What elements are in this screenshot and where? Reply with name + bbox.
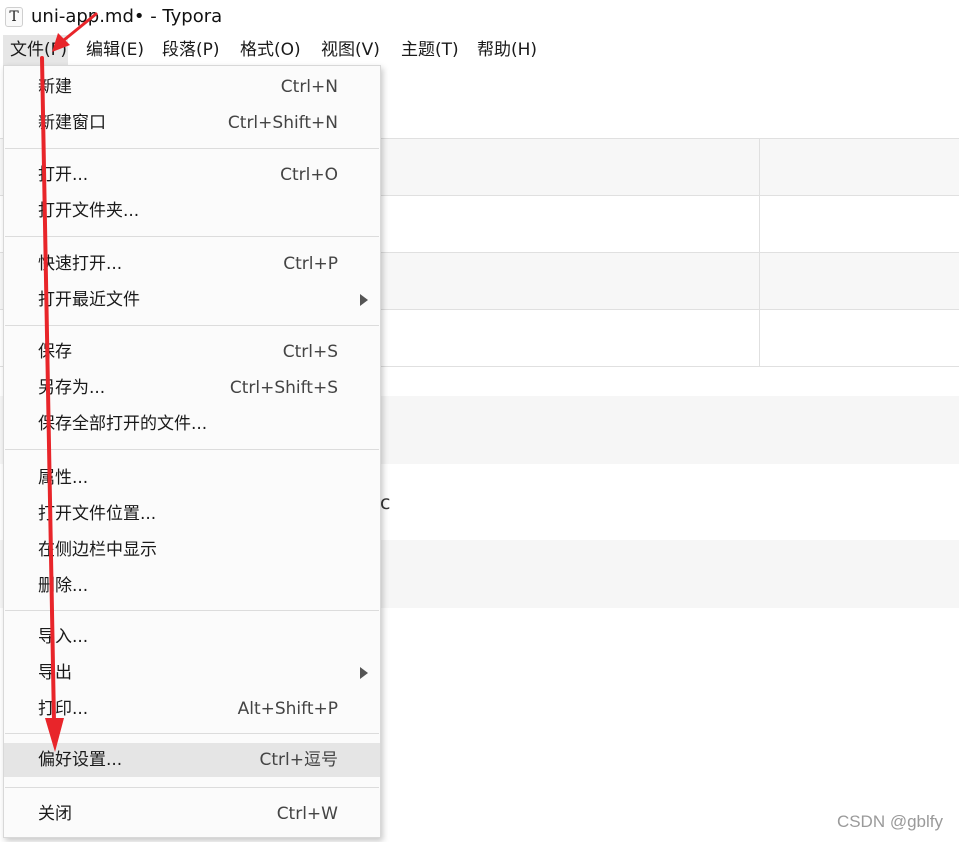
- menu-item-label: 打开最近文件: [38, 290, 140, 310]
- menu-separator: [5, 325, 379, 326]
- menu-item-save-all[interactable]: 保存全部打开的文件...: [4, 407, 380, 441]
- menu-item-label: 导入...: [38, 627, 89, 647]
- menu-item-shortcut: Ctrl+Shift+S: [229, 378, 338, 398]
- menu-item-save[interactable]: 保存 Ctrl+S: [4, 335, 380, 369]
- menu-separator: [5, 610, 379, 611]
- menu-paragraph[interactable]: 段落(P): [162, 35, 220, 65]
- window-title: uni-app.md• - Typora: [31, 6, 223, 27]
- menu-item-preferences[interactable]: 偏好设置... Ctrl+逗号: [4, 743, 380, 777]
- menu-separator: [5, 449, 379, 450]
- menu-item-open-file-location[interactable]: 打开文件位置...: [4, 497, 380, 531]
- menu-item-shortcut: Ctrl+P: [283, 254, 338, 274]
- menu-item-shortcut: Ctrl+S: [282, 342, 338, 362]
- menu-item-shortcut: Alt+Shift+P: [237, 699, 338, 719]
- menu-item-label: 保存全部打开的文件...: [38, 414, 208, 434]
- menu-item-new-window[interactable]: 新建窗口 Ctrl+Shift+N: [4, 106, 380, 140]
- menu-theme[interactable]: 主题(T): [401, 35, 459, 65]
- menu-item-label: 新建窗口: [38, 113, 106, 133]
- menu-item-label: 偏好设置...: [38, 750, 123, 770]
- menu-item-delete[interactable]: 删除...: [4, 569, 380, 603]
- menu-item-label: 新建: [38, 77, 72, 97]
- menu-separator: [5, 733, 379, 734]
- chevron-right-icon: [360, 294, 368, 306]
- menu-item-print[interactable]: 打印... Alt+Shift+P: [4, 692, 380, 726]
- menu-separator: [5, 787, 379, 788]
- menu-item-new[interactable]: 新建 Ctrl+N: [4, 70, 380, 104]
- menu-item-shortcut: Ctrl+N: [280, 77, 338, 97]
- menu-item-open-folder[interactable]: 打开文件夹...: [4, 194, 380, 228]
- menu-item-shortcut: Ctrl+O: [280, 165, 338, 185]
- table-column-divider: [759, 138, 760, 367]
- menu-item-open-recent[interactable]: 打开最近文件: [4, 283, 380, 317]
- menu-item-save-as[interactable]: 另存为... Ctrl+Shift+S: [4, 371, 380, 405]
- menu-item-import[interactable]: 导入...: [4, 620, 380, 654]
- title-bar: T uni-app.md• - Typora: [0, 0, 959, 34]
- menu-item-label: 快速打开...: [38, 254, 123, 274]
- menu-edit[interactable]: 编辑(E): [86, 35, 144, 65]
- chevron-right-icon: [360, 667, 368, 679]
- watermark: CSDN @gblfy: [836, 812, 943, 831]
- menu-format[interactable]: 格式(O): [240, 35, 301, 65]
- menu-item-label: 导出: [38, 663, 72, 683]
- menu-item-label: 删除...: [38, 576, 89, 596]
- menu-item-export[interactable]: 导出: [4, 656, 380, 690]
- menu-help[interactable]: 帮助(H): [477, 35, 537, 65]
- menu-item-label: 打印...: [38, 699, 89, 719]
- menu-item-label: 打开文件位置...: [38, 504, 157, 524]
- menu-item-label: 打开...: [38, 165, 89, 185]
- menu-separator: [5, 148, 379, 149]
- menu-separator: [5, 236, 379, 237]
- menu-item-label: 属性...: [38, 468, 89, 488]
- menu-item-label: 保存: [38, 342, 72, 362]
- menu-item-close[interactable]: 关闭 Ctrl+W: [4, 797, 380, 831]
- menu-bar: 文件(F) 编辑(E) 段落(P) 格式(O) 视图(V) 主题(T) 帮助(H…: [0, 34, 959, 65]
- menu-item-properties[interactable]: 属性...: [4, 461, 380, 495]
- menu-file[interactable]: 文件(F): [3, 35, 68, 65]
- menu-item-shortcut: Ctrl+Shift+N: [227, 113, 338, 133]
- menu-item-label: 另存为...: [38, 378, 106, 398]
- file-menu-dropdown: 新建 Ctrl+N 新建窗口 Ctrl+Shift+N 打开... Ctrl+O…: [3, 65, 381, 838]
- menu-item-label: 关闭: [38, 804, 72, 824]
- menu-item-open[interactable]: 打开... Ctrl+O: [4, 158, 380, 192]
- document-text-fragment: c: [380, 492, 391, 514]
- menu-item-shortcut: Ctrl+W: [276, 804, 338, 824]
- menu-item-reveal-in-sidebar[interactable]: 在侧边栏中显示: [4, 533, 380, 567]
- menu-item-shortcut: Ctrl+逗号: [259, 750, 339, 770]
- typora-app-icon: T: [5, 7, 23, 27]
- menu-view[interactable]: 视图(V): [321, 35, 380, 65]
- menu-item-label: 打开文件夹...: [38, 201, 140, 221]
- menu-item-quick-open[interactable]: 快速打开... Ctrl+P: [4, 247, 380, 281]
- menu-item-label: 在侧边栏中显示: [38, 540, 157, 560]
